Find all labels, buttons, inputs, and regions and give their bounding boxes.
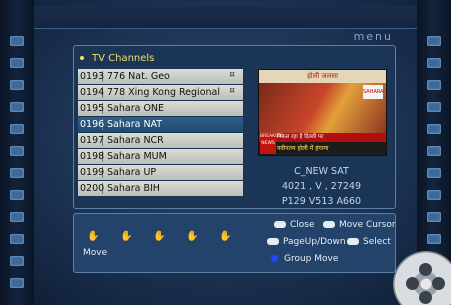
film-hole xyxy=(427,168,441,178)
film-hole xyxy=(427,58,441,68)
video-preview: होली जलसा SAHARA निकल रहा है दिल्ली पर न… xyxy=(258,69,387,156)
film-hole xyxy=(427,234,441,244)
select-hint: Select xyxy=(347,237,391,247)
exit-key-icon xyxy=(274,221,286,228)
move-icon: ✋ xyxy=(87,231,100,242)
film-hole xyxy=(10,234,24,244)
scrambled-icon: ¤ xyxy=(229,70,235,80)
film-hole xyxy=(10,58,24,68)
film-hole xyxy=(10,102,24,112)
pid-info: P129 V513 A660 xyxy=(281,196,362,207)
preview-caption-2: नवीनतम होली में हंगामा xyxy=(259,142,386,155)
film-hole xyxy=(10,190,24,200)
channel-row[interactable]: 0197 Sahara NCR xyxy=(78,133,243,148)
film-strip-left xyxy=(0,0,34,305)
channel-row[interactable]: 0199 Sahara UP xyxy=(78,165,243,180)
group-move-hint: Group Move xyxy=(271,254,338,264)
film-hole xyxy=(10,278,24,288)
channel-number: 0195 xyxy=(80,103,105,114)
channel-name: Sahara MUM xyxy=(107,151,167,162)
film-reel-icon xyxy=(393,251,451,305)
film-hole xyxy=(427,36,441,46)
film-hole xyxy=(427,190,441,200)
film-hole xyxy=(10,146,24,156)
skip-icon: ✋ xyxy=(153,231,166,242)
channel-name: 778 Xing Kong Regional xyxy=(107,87,220,98)
film-hole xyxy=(10,256,24,266)
screen-frame: menu TV Channels 0193 776 Nat. Geo ¤ 0194 7… xyxy=(0,0,451,305)
film-hole xyxy=(427,124,441,134)
menu-label: menu xyxy=(353,30,393,43)
channel-number: 0200 xyxy=(80,183,105,194)
move-cursor-hint: Move Cursor xyxy=(323,220,396,230)
frequency-info: 4021 , V , 27249 xyxy=(281,181,361,192)
channel-row[interactable]: 0193 776 Nat. Geo ¤ xyxy=(78,69,243,84)
film-hole xyxy=(427,146,441,156)
channel-number: 0198 xyxy=(80,151,105,162)
channel-number: 0193 xyxy=(80,71,105,82)
breaking-news-badge: BREAKING NEWS xyxy=(260,133,283,154)
page-hint: PageUp/Down xyxy=(267,237,346,247)
channel-name: Sahara BIH xyxy=(107,183,160,194)
rename-icon: ✋ xyxy=(219,231,232,242)
ok-key-icon xyxy=(347,238,359,245)
channel-number: 0196 xyxy=(80,119,105,130)
satellite-name: C_NEW SAT xyxy=(294,166,349,177)
channel-name: Sahara NCR xyxy=(107,135,164,146)
channel-row[interactable]: 0195 Sahara ONE xyxy=(78,101,243,116)
list-title: TV Channels xyxy=(80,53,154,64)
preview-top-banner: होली जलसा xyxy=(259,70,386,83)
blue-button-icon xyxy=(271,255,278,262)
scrambled-icon: ¤ xyxy=(229,86,235,96)
move-cursor-label: Move Cursor xyxy=(339,220,396,230)
channel-name: Sahara NAT xyxy=(107,119,163,130)
group-move-label: Group Move xyxy=(284,254,339,264)
channel-name: Sahara ONE xyxy=(107,103,165,114)
move-label: Move xyxy=(83,248,108,258)
delete-icon: ✋ xyxy=(186,231,199,242)
film-hole xyxy=(10,212,24,222)
film-hole xyxy=(427,102,441,112)
channel-name: 776 Nat. Geo xyxy=(107,71,170,82)
channel-list[interactable]: 0193 776 Nat. Geo ¤ 0194 778 Xing Kong Regi… xyxy=(78,69,243,197)
channel-row[interactable]: 0198 Sahara MUM xyxy=(78,149,243,164)
film-hole xyxy=(427,212,441,222)
close-label: Close xyxy=(290,220,315,230)
channel-name: Sahara UP xyxy=(107,167,157,178)
channel-number: 0199 xyxy=(80,167,105,178)
channel-logo: SAHARA xyxy=(363,85,384,99)
channel-number: 0194 xyxy=(80,87,105,98)
channel-row-selected[interactable]: 0196 Sahara NAT xyxy=(78,117,243,132)
channel-row[interactable]: 0194 778 Xing Kong Regional ¤ xyxy=(78,85,243,100)
arrow-key-icon xyxy=(323,221,335,228)
channel-row[interactable]: 0200 Sahara BIH xyxy=(78,181,243,196)
film-hole xyxy=(10,124,24,134)
film-hole xyxy=(10,36,24,46)
film-hole xyxy=(427,80,441,90)
top-bar xyxy=(34,6,417,29)
title-dot-icon xyxy=(80,56,84,60)
film-hole xyxy=(10,80,24,90)
select-label: Select xyxy=(363,237,391,247)
list-title-text: TV Channels xyxy=(92,53,155,64)
lock-icon: ✋ xyxy=(120,231,133,242)
page-key-icon xyxy=(267,238,279,245)
film-hole xyxy=(10,168,24,178)
page-label: PageUp/Down xyxy=(283,237,346,247)
close-hint: Close xyxy=(274,220,315,230)
channel-number: 0197 xyxy=(80,135,105,146)
